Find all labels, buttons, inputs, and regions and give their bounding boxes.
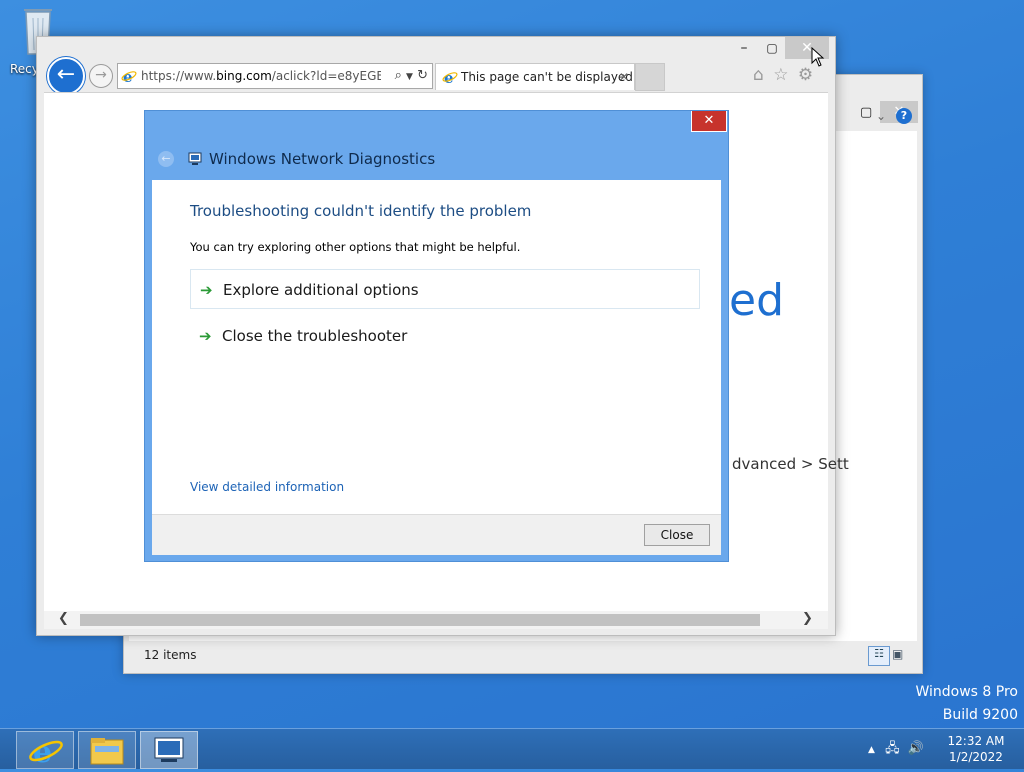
settings-gear-icon[interactable]: ⚙ bbox=[798, 65, 813, 85]
mouse-cursor-icon bbox=[811, 47, 825, 67]
maximize-icon[interactable]: ▢ bbox=[757, 37, 787, 59]
windows-build-text: Build 9200 bbox=[942, 707, 1018, 723]
forward-button[interactable]: → bbox=[89, 64, 113, 88]
dialog-heading: Troubleshooting couldn't identify the pr… bbox=[190, 202, 532, 220]
ie-logo-icon: e bbox=[442, 69, 458, 85]
dialog-body: Troubleshooting couldn't identify the pr… bbox=[152, 180, 721, 514]
favorites-star-icon[interactable]: ☆ bbox=[773, 65, 788, 85]
details-view-icon[interactable]: ☷ bbox=[868, 646, 890, 666]
clock-time: 12:32 AM bbox=[947, 734, 1005, 748]
option-label: Explore additional options bbox=[223, 281, 419, 299]
dialog-footer: Close bbox=[152, 514, 721, 555]
windows-edition-text: Windows 8 Pro bbox=[915, 684, 1018, 700]
help-icon[interactable]: ? bbox=[896, 108, 912, 124]
option-label: Close the troubleshooter bbox=[222, 327, 408, 345]
taskbar-network-diagnostics-button[interactable] bbox=[140, 731, 198, 769]
page-path-fragment: dvanced > Sett bbox=[732, 455, 849, 473]
back-button[interactable]: ← bbox=[47, 57, 85, 95]
tab-close-icon[interactable]: ✕ bbox=[619, 64, 629, 90]
scroll-right-icon[interactable]: ❯ bbox=[802, 611, 813, 626]
view-detailed-information-link[interactable]: View detailed information bbox=[190, 480, 344, 494]
ie-toolbar-icons: ⌂ ☆ ⚙ bbox=[753, 65, 813, 85]
volume-icon[interactable]: 🔊 bbox=[908, 741, 924, 756]
folder-icon bbox=[90, 738, 124, 765]
page-heading-fragment: ed bbox=[729, 275, 784, 326]
ie-logo-icon: e bbox=[29, 735, 63, 770]
large-icons-view-icon[interactable]: ▣ bbox=[892, 647, 903, 661]
clock-date: 1/2/2022 bbox=[949, 750, 1003, 764]
taskbar-internet-explorer-button[interactable]: e bbox=[16, 731, 74, 770]
new-tab-button[interactable] bbox=[635, 63, 665, 91]
green-arrow-icon: ➔ bbox=[200, 281, 213, 299]
dialog-subtext: You can try exploring other options that… bbox=[190, 240, 521, 254]
green-arrow-icon: ➔ bbox=[199, 327, 212, 345]
network-diagnostics-dialog[interactable]: ✕ ← Windows Network Diagnostics Troubles… bbox=[144, 110, 729, 562]
dialog-title: Windows Network Diagnostics bbox=[209, 150, 436, 168]
explore-additional-options-link[interactable]: ➔ Explore additional options bbox=[190, 269, 700, 309]
search-icon[interactable]: ⌕ bbox=[395, 68, 402, 83]
browser-tab[interactable]: e This page can't be displayed ✕ bbox=[435, 63, 635, 90]
horizontal-scrollbar[interactable]: ❮ ❯ bbox=[44, 611, 828, 629]
minimize-icon[interactable]: – bbox=[729, 37, 759, 59]
dialog-close-icon[interactable]: ✕ bbox=[691, 111, 727, 132]
chevron-down-icon[interactable]: ⌄ bbox=[876, 109, 886, 123]
maximize-icon[interactable]: ▢ bbox=[860, 105, 872, 120]
network-diagnostics-icon bbox=[154, 737, 184, 762]
taskbar-file-explorer-button[interactable] bbox=[78, 731, 136, 769]
scrollbar-thumb[interactable] bbox=[80, 614, 760, 626]
tab-title: This page can't be displayed bbox=[461, 70, 633, 84]
address-bar[interactable]: e https://www.bing.com/aclick?ld=e8yEGBa… bbox=[117, 63, 433, 89]
dropdown-icon[interactable]: ▼ bbox=[406, 72, 413, 82]
refresh-icon[interactable]: ↻ bbox=[417, 68, 428, 83]
show-hidden-icons-icon[interactable]: ▲ bbox=[868, 745, 875, 755]
close-troubleshooter-link[interactable]: ➔ Close the troubleshooter bbox=[190, 316, 700, 356]
system-tray: ▲ 🖧 🔊 bbox=[868, 739, 924, 761]
home-icon[interactable]: ⌂ bbox=[753, 65, 764, 85]
ie-logo-icon: e bbox=[121, 68, 137, 84]
network-diagnostics-icon bbox=[188, 152, 202, 165]
scroll-left-icon[interactable]: ❮ bbox=[58, 611, 69, 626]
dialog-back-icon[interactable]: ← bbox=[158, 151, 174, 167]
close-button[interactable]: Close bbox=[644, 524, 710, 546]
address-url[interactable]: https://www.bing.com/aclick?ld=e8yEGBaIP… bbox=[141, 64, 381, 88]
address-tools[interactable]: ⌕ ▼ ↻ bbox=[395, 64, 428, 89]
clock[interactable]: 12:32 AM 1/2/2022 bbox=[946, 733, 1006, 765]
taskbar: e ▲ 🖧 🔊 12:32 AM 1/2/2022 bbox=[0, 728, 1024, 770]
network-icon[interactable]: 🖧 bbox=[885, 741, 900, 756]
status-item-count: 12 items bbox=[144, 648, 197, 662]
